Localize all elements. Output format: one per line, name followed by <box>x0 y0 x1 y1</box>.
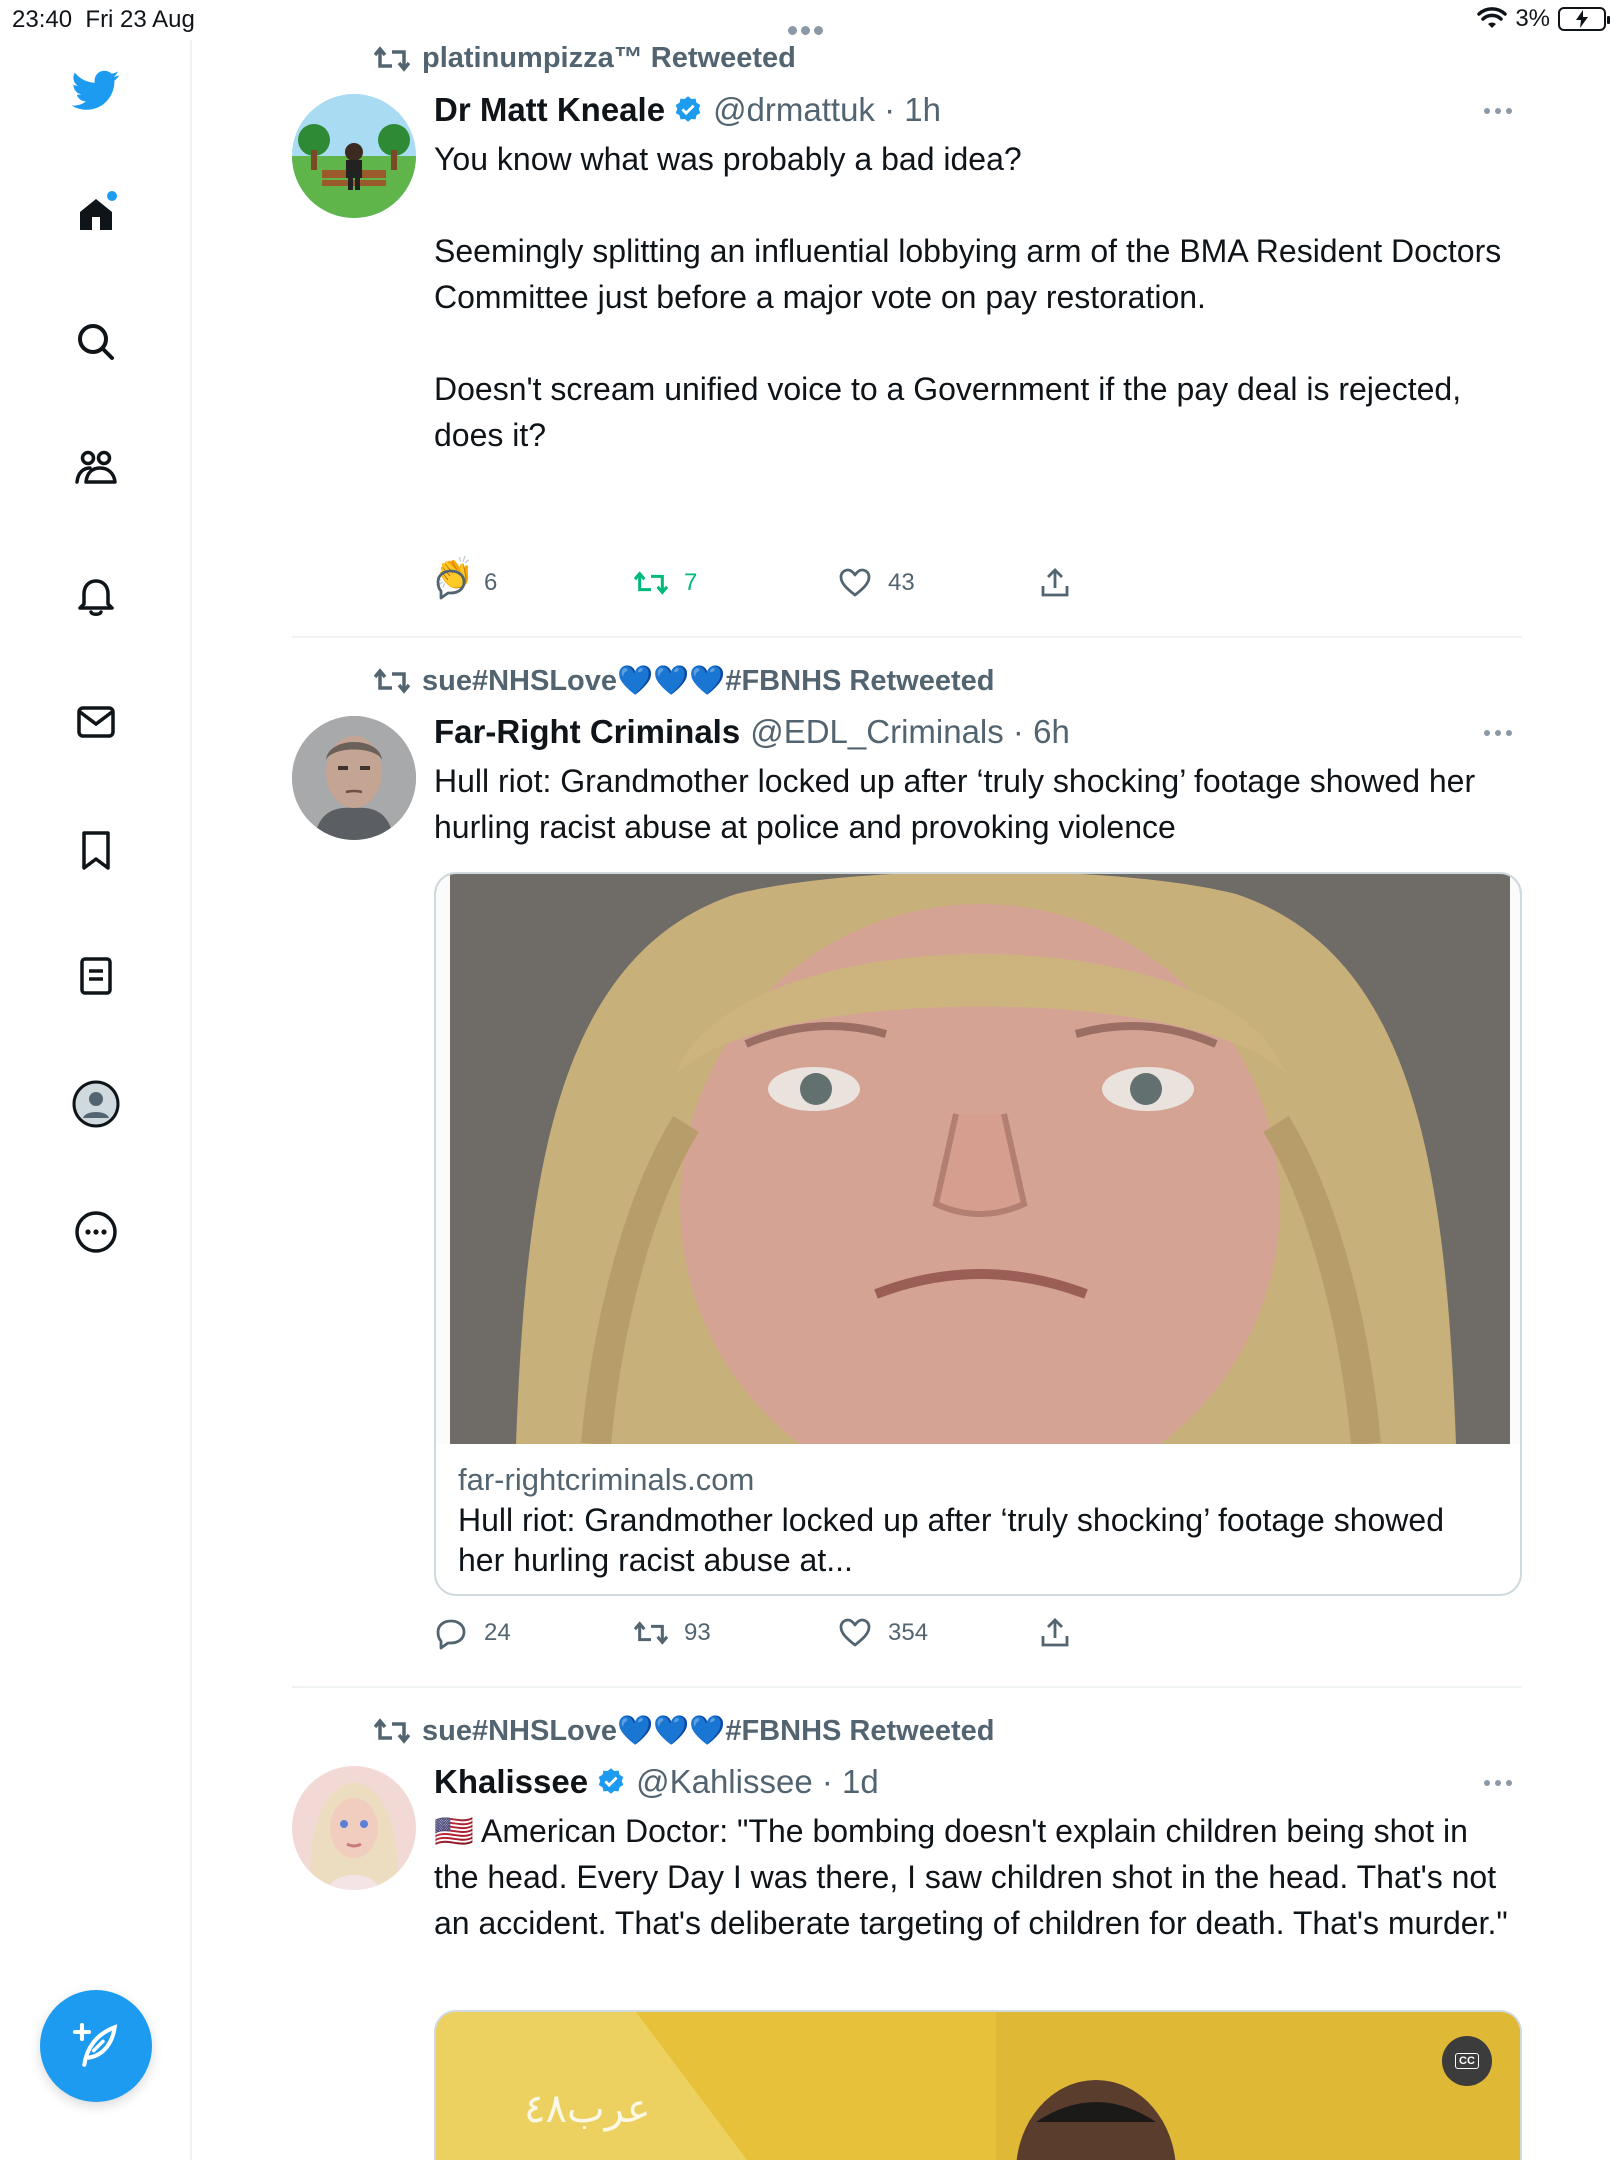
search-icon[interactable] <box>68 314 124 370</box>
wifi-icon <box>1477 7 1508 28</box>
status-time: 23:40 Fri 23 Aug <box>12 6 195 33</box>
link-title: Hull riot: Grandmother locked up after ‘… <box>458 1502 1444 1578</box>
retweet-button[interactable]: 7 <box>634 566 697 600</box>
retweeted-by-label: sue#NHSLove💙💙💙#FBNHS Retweeted <box>422 1715 995 1747</box>
closed-captions-icon: CC <box>1455 2053 1479 2069</box>
link-card-meta: far-rightcriminals.com Hull riot: Grandm… <box>436 1444 1520 1580</box>
timeline-feed: platinumpizza™ Retweeted Dr Matt Kneale … <box>292 40 1522 2160</box>
avatar[interactable] <box>292 94 416 218</box>
tweet[interactable]: sue#NHSLove💙💙💙#FBNHS Retweeted Khalissee… <box>292 1688 1522 2160</box>
more-options-icon[interactable] <box>1484 730 1512 736</box>
svg-text:عرب٤٨: عرب٤٨ <box>524 2086 651 2132</box>
reply-count: 6 <box>484 569 498 596</box>
notifications-icon[interactable] <box>68 568 124 624</box>
tweet[interactable]: platinumpizza™ Retweeted Dr Matt Kneale … <box>292 40 1522 638</box>
status-right: 3% <box>1477 5 1610 33</box>
more-options-icon[interactable] <box>1484 1780 1512 1786</box>
reply-button[interactable]: 6 <box>434 566 497 600</box>
reply-icon <box>436 1619 466 1650</box>
handle-and-time: @drmattuk · 1h <box>713 91 941 128</box>
like-count: 354 <box>888 1619 929 1646</box>
tweet-text: Hull riot: Grandmother locked up after ‘… <box>434 763 1476 845</box>
display-name[interactable]: Khalissee <box>434 1763 588 1801</box>
retweet-context[interactable]: platinumpizza™ Retweeted <box>374 42 796 75</box>
reply-icon <box>436 569 466 600</box>
sidebar <box>0 40 192 2160</box>
avatar[interactable] <box>292 1766 416 1890</box>
compose-tweet-icon <box>72 2022 118 2067</box>
bookmarks-icon[interactable] <box>68 822 124 878</box>
closed-captions-badge[interactable]: CC <box>1442 2036 1492 2086</box>
home-icon[interactable] <box>68 186 124 242</box>
heart-icon <box>839 1618 871 1647</box>
communities-icon[interactable] <box>68 440 124 496</box>
retweet-count: 7 <box>684 569 698 596</box>
handle-and-time: @Kahlissee · 1d <box>636 1763 879 1800</box>
tweet-header: Far-Right Criminals @EDL_Criminals · 6h <box>434 710 1070 754</box>
retweet-context[interactable]: sue#NHSLove💙💙💙#FBNHS Retweeted <box>374 1714 994 1748</box>
messages-icon[interactable] <box>68 694 124 750</box>
tweet[interactable]: sue#NHSLove💙💙💙#FBNHS Retweeted Far-Right… <box>292 638 1522 1688</box>
avatar[interactable] <box>292 716 416 840</box>
display-name[interactable]: Dr Matt Kneale <box>434 91 665 129</box>
heart-icon <box>839 568 871 597</box>
retweet-button[interactable]: 93 <box>634 1616 711 1650</box>
tweet-header: Khalissee @Kahlissee · 1d <box>434 1760 879 1804</box>
status-bar: 23:40 Fri 23 Aug 3% <box>0 0 1620 40</box>
share-icon <box>1041 1618 1069 1647</box>
retweet-icon <box>374 668 410 694</box>
like-count: 43 <box>888 569 915 596</box>
share-button[interactable] <box>1038 566 1072 600</box>
retweet-icon <box>634 1621 668 1645</box>
retweet-count: 93 <box>684 1619 711 1646</box>
more-icon[interactable] <box>68 1204 124 1260</box>
retweet-icon <box>374 1718 410 1744</box>
share-button[interactable] <box>1038 1616 1072 1650</box>
battery-percent: 3% <box>1515 5 1550 32</box>
verified-badge-icon <box>598 1768 624 1794</box>
like-button[interactable]: 43 <box>838 566 915 600</box>
profile-icon[interactable] <box>68 1076 124 1132</box>
retweet-icon <box>374 45 410 72</box>
handle-and-time: @EDL_Criminals · 6h <box>750 713 1070 750</box>
tweet-actions: 6 7 43 <box>434 566 1134 606</box>
like-button[interactable]: 354 <box>838 1616 928 1650</box>
battery-icon <box>1558 7 1610 31</box>
tweet-text: You know what was probably a bad idea? S… <box>434 141 1502 591</box>
reply-button[interactable]: 24 <box>434 1616 511 1650</box>
retweeted-by-label: sue#NHSLove💙💙💙#FBNHS Retweeted <box>422 665 995 697</box>
link-domain: far-rightcriminals.com <box>458 1462 755 1497</box>
retweet-context[interactable]: sue#NHSLove💙💙💙#FBNHS Retweeted <box>374 664 994 698</box>
tweet-text: 🇺🇸 American Doctor: "The bombing doesn't… <box>434 1813 1508 1941</box>
retweeted-by-label: platinumpizza™ Retweeted <box>422 42 796 74</box>
video-player[interactable]: عرب٤٨ CC <box>434 2010 1522 2160</box>
display-name[interactable]: Far-Right Criminals <box>434 713 740 751</box>
compose-tweet-button[interactable] <box>40 1990 152 2102</box>
multitasking-dots[interactable] <box>786 14 825 42</box>
more-options-icon[interactable] <box>1484 108 1512 114</box>
lists-icon[interactable] <box>68 948 124 1004</box>
share-icon <box>1041 568 1069 597</box>
link-card-image <box>436 874 1520 1444</box>
tweet-actions: 24 93 354 <box>434 1616 1134 1656</box>
link-card[interactable]: far-rightcriminals.com Hull riot: Grandm… <box>434 872 1522 1596</box>
verified-badge-icon <box>675 96 701 122</box>
reply-count: 24 <box>484 1619 511 1646</box>
twitter-logo-icon[interactable] <box>68 62 124 118</box>
tweet-header: Dr Matt Kneale @drmattuk · 1h <box>434 88 941 132</box>
retweet-icon <box>634 571 668 595</box>
